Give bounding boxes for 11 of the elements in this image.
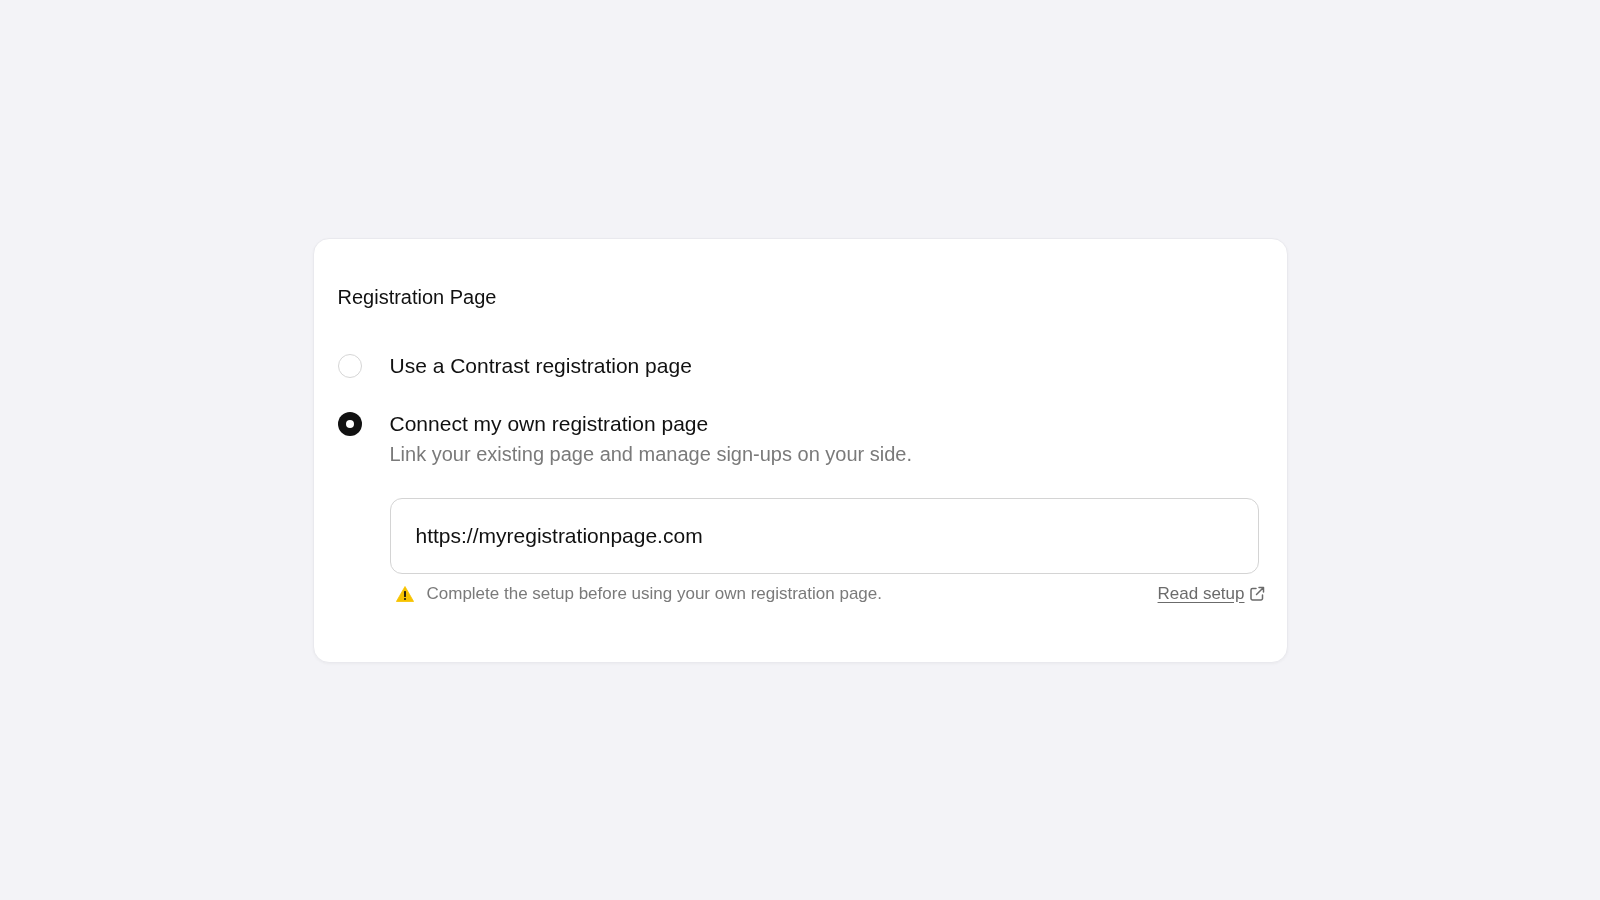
option-label: Use a Contrast registration page	[389, 352, 692, 379]
radio-button[interactable]	[337, 353, 362, 378]
warning-icon	[395, 585, 414, 602]
option-description: Link your existing page and manage sign-ups on your side.	[389, 441, 913, 467]
warning-text: Complete the setup before using your own registration page.	[426, 582, 882, 605]
radio-button[interactable]	[337, 411, 362, 436]
external-link-icon	[1248, 585, 1265, 602]
read-setup-link[interactable]: Read setup	[1157, 581, 1265, 606]
option-label: Connect my own registration page	[389, 410, 709, 437]
url-field[interactable]: https://myregistrationpage.com	[389, 497, 1259, 574]
section-title: Registration Page	[337, 284, 497, 310]
